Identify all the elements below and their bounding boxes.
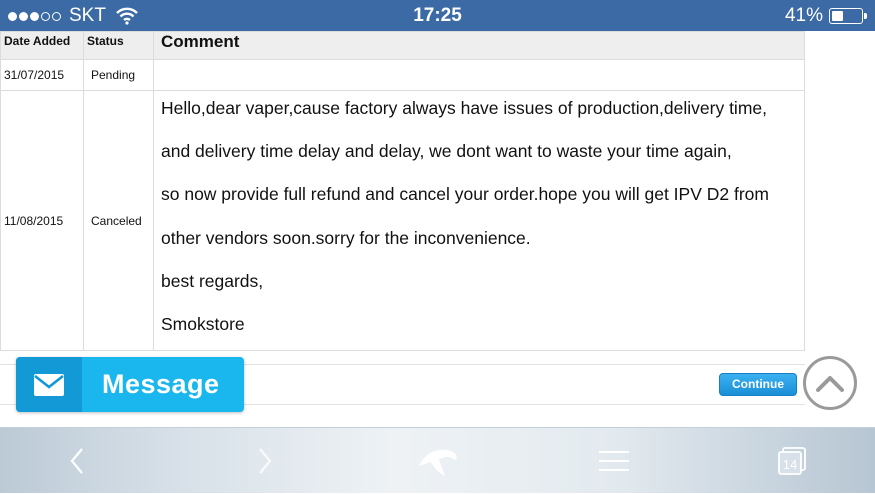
row-status: Pending xyxy=(83,59,154,91)
table-row: 11/08/2015 Canceled Hello,dear vaper,cau… xyxy=(0,89,805,352)
message-button[interactable]: Message xyxy=(16,357,244,412)
comment-line: and delivery time delay and delay, we do… xyxy=(161,141,732,162)
battery-fill xyxy=(832,11,844,21)
chevron-left-icon xyxy=(70,448,83,474)
battery-tip xyxy=(864,13,867,19)
row-comment xyxy=(153,59,805,91)
row-comment: Hello,dear vaper,cause factory always ha… xyxy=(153,89,805,352)
forward-button[interactable] xyxy=(240,428,290,494)
row-status: Canceled xyxy=(83,89,154,352)
comment-line: so now provide full refund and cancel yo… xyxy=(161,184,769,205)
clock: 17:25 xyxy=(413,5,462,26)
battery-icon xyxy=(829,8,867,24)
tab-count: 14 xyxy=(783,457,797,472)
menu-button[interactable] xyxy=(590,428,638,494)
tabs-icon: 14 xyxy=(778,447,806,475)
home-button[interactable] xyxy=(410,428,466,494)
envelope-icon xyxy=(34,373,64,396)
comment-line: best regards, xyxy=(161,270,264,291)
continue-button[interactable]: Continue xyxy=(719,373,797,396)
header-date-added: Date Added xyxy=(0,31,84,60)
comment-text: Hello,dear vaper,cause factory always ha… xyxy=(154,91,804,350)
chevron-right-icon xyxy=(259,448,272,474)
hamburger-menu-icon xyxy=(599,451,629,471)
header-status: Status xyxy=(83,31,154,60)
browser-toolbar: 14 xyxy=(0,427,875,493)
message-icon-box xyxy=(16,357,82,412)
comment-line: Smokstore xyxy=(161,313,245,334)
chevron-up-icon xyxy=(816,376,844,392)
comment-line: other vendors soon.sorry for the inconve… xyxy=(161,227,531,248)
message-button-label: Message xyxy=(102,369,220,399)
comment-line: Hello,dear vaper,cause factory always ha… xyxy=(161,98,767,118)
row-date: 31/07/2015 xyxy=(0,59,84,91)
dolphin-icon xyxy=(419,449,457,476)
tabs-button[interactable]: 14 xyxy=(768,428,816,494)
table-header-row: Date Added Status Comment xyxy=(0,31,805,60)
status-bar: SKT 17:25 41% xyxy=(0,0,875,31)
table-row: 31/07/2015 Pending xyxy=(0,59,805,91)
battery-percent: 41% xyxy=(784,5,823,26)
row-date: 11/08/2015 xyxy=(0,89,84,352)
scroll-to-top-button[interactable] xyxy=(803,356,857,410)
order-history-table: Date Added Status Comment 31/07/2015 Pen… xyxy=(0,31,805,352)
header-comment: Comment xyxy=(153,31,805,60)
status-bar-right: 41% xyxy=(784,5,867,27)
back-button[interactable] xyxy=(52,428,102,494)
